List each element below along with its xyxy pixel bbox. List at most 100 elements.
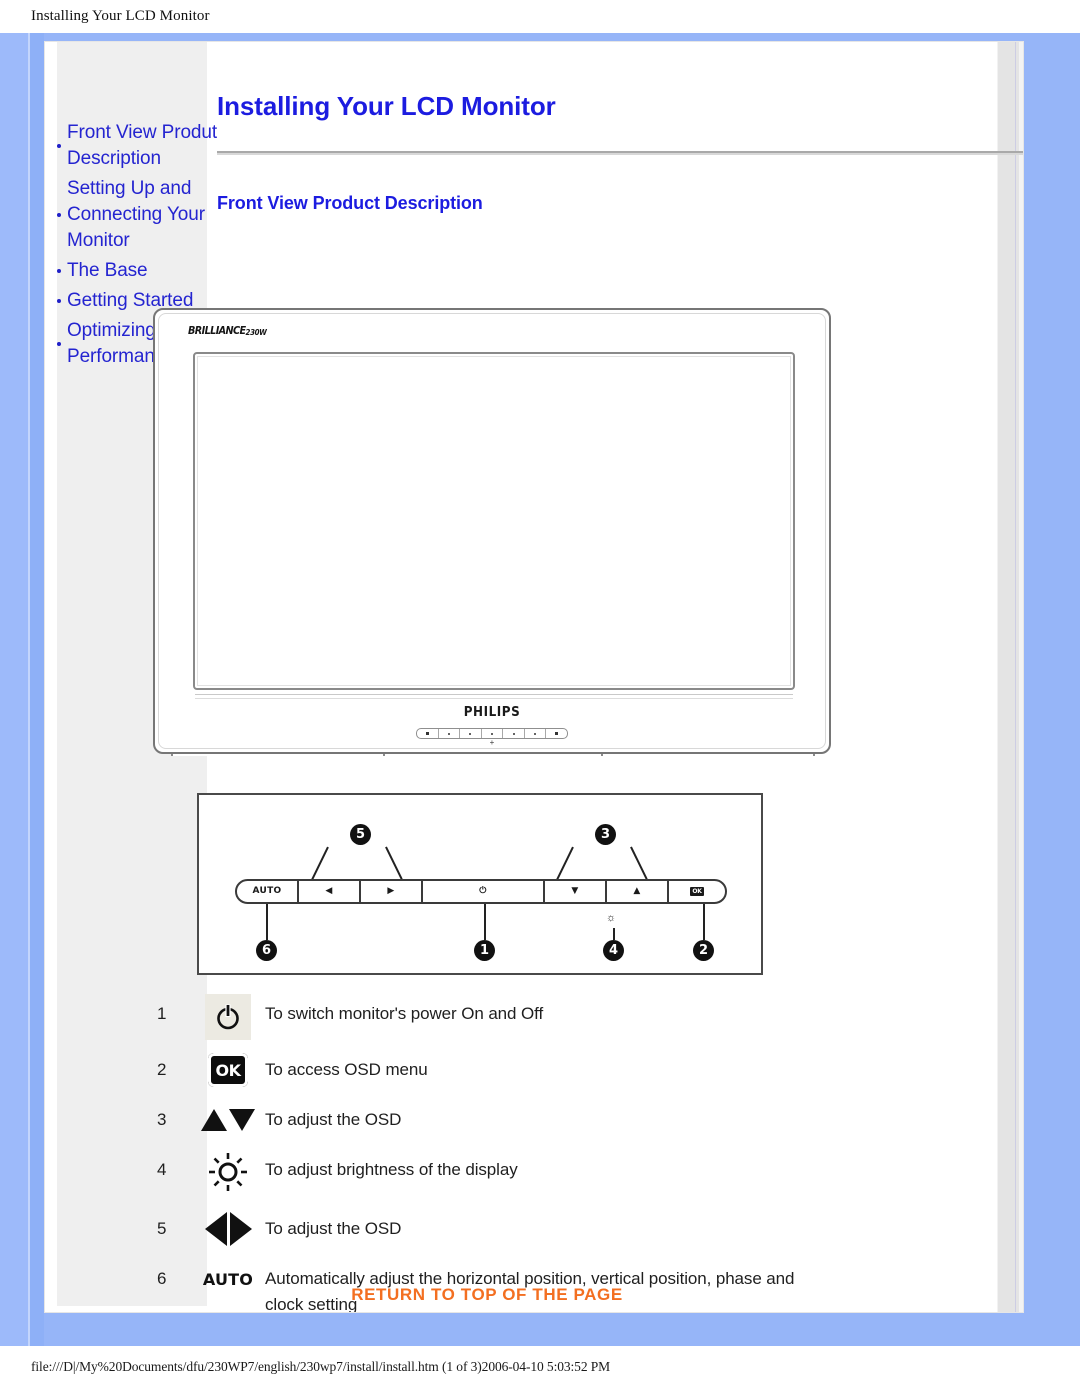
monitor-model-badge: 230W (245, 328, 267, 337)
up-down-icon (201, 1109, 255, 1131)
legend-icon-cell (191, 1209, 265, 1249)
panel-key-right[interactable]: ▶ (361, 881, 423, 902)
panel-key-power[interactable]: ⏻ (423, 881, 545, 902)
page-title: Installing Your LCD Monitor (217, 91, 556, 121)
legend-row: 4 To adjust brightness of the display (157, 1150, 817, 1199)
vertical-scrollbar[interactable] (997, 42, 1023, 1312)
sidebar-item-the-base[interactable]: The Base (45, 258, 221, 284)
bezel-key-power (482, 729, 504, 738)
bezel-brightness-marker-icon: + (489, 738, 495, 747)
right-arrow-icon: ▶ (387, 886, 395, 896)
legend-icon-cell (191, 1100, 265, 1140)
monitor-bezel-hairline-top (195, 694, 793, 695)
monitor-screen-area (193, 352, 795, 690)
callout-3-leader-left (556, 846, 574, 880)
callout-1: 1 (474, 940, 495, 961)
panel-key-up[interactable]: ▲ (607, 881, 669, 902)
sidebar-item-front-view-product-description[interactable]: Front View Produt Description (45, 120, 221, 172)
power-icon: ⏻ (479, 886, 487, 896)
brightness-icon: ☼ (606, 912, 617, 924)
legend-row: 5 To adjust the OSD (157, 1209, 817, 1249)
panel-key-ok[interactable]: OK (669, 881, 725, 902)
legend-icon-cell: OK (191, 1050, 265, 1090)
power-icon (205, 994, 251, 1040)
page-margin-strip-inner (30, 33, 44, 1346)
callout-5-leader-right (385, 846, 403, 880)
main-content: Installing Your LCD Monitor Front View P… (217, 42, 1023, 214)
monitor-front-view-figure: BRILLIANCE230W PHILIPS + (153, 308, 831, 756)
print-footer-path: file:///D|/My%20Documents/dfu/230WP7/eng… (31, 1359, 611, 1374)
callout-5-leader-left (311, 846, 329, 880)
sidebar-item-label: Front View Produt Description (67, 122, 218, 169)
control-panel-figure: 5 3 AUTO ◀ ▶ ⏻ ▼ ▲ OK 6 1 ☼ 4 2 (197, 793, 763, 975)
up-arrow-icon: ▲ (633, 886, 641, 896)
legend-number: 5 (157, 1219, 167, 1238)
callout-6-leader (266, 904, 268, 940)
return-to-top-link[interactable]: RETURN TO TOP OF THE PAGE (157, 1285, 817, 1305)
up-arrow-icon (201, 1109, 227, 1131)
title-divider (217, 151, 1023, 155)
left-arrow-icon (204, 1212, 227, 1246)
down-arrow-icon: ▼ (571, 886, 579, 896)
callout-2: 2 (693, 940, 714, 961)
legend-description: To adjust the OSD (265, 1110, 402, 1129)
print-header-title: Installing Your LCD Monitor (31, 8, 210, 24)
brilliance-logo: BRILLIANCE230W (188, 324, 267, 337)
bezel-key-right (460, 729, 482, 738)
bullet-icon (57, 299, 61, 303)
bezel-key-ok (546, 729, 567, 738)
bezel-key-down (503, 729, 525, 738)
ok-icon: OK (690, 887, 704, 896)
bezel-key-auto (417, 729, 439, 738)
bullet-icon (57, 144, 61, 148)
right-arrow-icon (229, 1212, 252, 1246)
callout-1-leader (484, 904, 486, 940)
bezel-key-left (439, 729, 461, 738)
down-arrow-icon (229, 1109, 255, 1131)
legend-number: 4 (157, 1160, 167, 1179)
sidebar-item-label: The Base (67, 260, 148, 281)
monitor-bezel-button-strip (416, 728, 568, 739)
bullet-icon (57, 213, 61, 217)
browser-print-header: Installing Your LCD Monitor (0, 0, 1080, 33)
legend-description: To adjust brightness of the display (265, 1160, 518, 1179)
scrollbar-divider (1015, 42, 1016, 1312)
legend-row: 3 To adjust the OSD (157, 1100, 817, 1140)
scrollbar-track (1019, 42, 1023, 1312)
page-margin-strip-outer (0, 33, 28, 1346)
document-sheet: Front View Produt Description Setting Up… (44, 41, 1024, 1313)
legend-row: 1 To switch monitor's power On and Off (157, 994, 817, 1040)
section-title: Front View Product Description (217, 193, 483, 213)
bezel-key-up (525, 729, 547, 738)
panel-key-auto[interactable]: AUTO (237, 881, 299, 902)
brightness-icon (206, 1150, 250, 1199)
bullet-icon (57, 269, 61, 273)
legend-row: 2 OK To access OSD menu (157, 1050, 817, 1090)
legend-description: To adjust the OSD (265, 1219, 402, 1238)
monitor-bezel-hairline-bottom (195, 698, 793, 699)
brilliance-logo-text: BRILLIANCE (188, 324, 246, 337)
legend-number: 2 (157, 1060, 167, 1079)
panel-key-left[interactable]: ◀ (299, 881, 361, 902)
callout-4-leader (613, 928, 615, 940)
callout-3: 3 (595, 824, 616, 845)
page-canvas: Front View Produt Description Setting Up… (0, 33, 1080, 1346)
callout-5: 5 (350, 824, 371, 845)
browser-print-footer: file:///D|/My%20Documents/dfu/230WP7/eng… (0, 1346, 1080, 1397)
legend-icon-cell (191, 1150, 265, 1199)
left-arrow-icon: ◀ (325, 886, 333, 896)
bullet-icon (57, 342, 61, 346)
sidebar-item-setting-up-and-connecting-your-monitor[interactable]: Setting Up and Connecting Your Monitor (45, 176, 221, 254)
monitor-bezel: BRILLIANCE230W PHILIPS + (153, 308, 831, 754)
callout-4: 4 (603, 940, 624, 961)
legend-icon-cell (191, 994, 265, 1040)
panel-key-down[interactable]: ▼ (545, 881, 607, 902)
legend-description: To access OSD menu (265, 1060, 428, 1079)
callout-6: 6 (256, 940, 277, 961)
left-right-icon (204, 1212, 252, 1246)
callout-3-leader-right (630, 846, 648, 880)
legend-number: 1 (157, 1004, 167, 1023)
philips-wordmark: PHILIPS (463, 705, 521, 720)
legend-description: To switch monitor's power On and Off (265, 1004, 544, 1023)
control-panel-button-bar: AUTO ◀ ▶ ⏻ ▼ ▲ OK (235, 879, 727, 904)
